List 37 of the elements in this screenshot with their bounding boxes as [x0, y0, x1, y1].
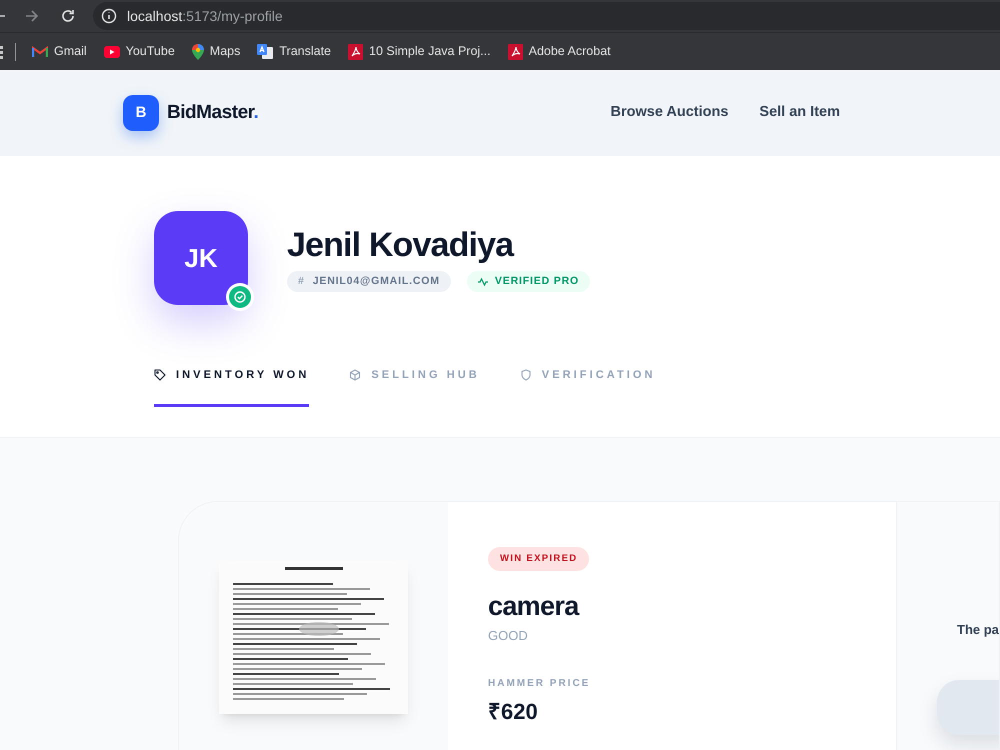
nav-link[interactable]: Sell an Item	[759, 102, 840, 124]
bookmark[interactable]: Adobe Acrobat	[508, 42, 611, 61]
pdf-icon	[348, 44, 364, 60]
profile-tab[interactable]: INVENTORY WON	[154, 367, 310, 406]
play-icon	[104, 46, 120, 58]
profile-name: Jenil Kovadiya	[287, 225, 515, 265]
bookmark[interactable]: Gmail	[32, 42, 87, 61]
bookmark[interactable]: Translate	[257, 42, 332, 61]
bookmark[interactable]: YouTube	[104, 42, 175, 61]
translate-icon	[257, 44, 274, 60]
verified-chip: VERIFIED PRO	[466, 271, 590, 292]
info-icon[interactable]	[101, 8, 117, 24]
item-title: camera	[488, 590, 580, 622]
item-condition: GOOD	[488, 627, 529, 646]
pdf-icon	[508, 44, 523, 60]
forward-icon[interactable]	[25, 9, 39, 23]
shield-icon	[520, 369, 532, 382]
avatar: JK	[154, 211, 248, 305]
bookmark[interactable]: Maps	[192, 42, 240, 61]
url-text: localhost:5173/my-profile	[127, 6, 283, 26]
mail-icon	[32, 46, 48, 58]
price-label: HAMMER PRICE	[488, 676, 592, 691]
email-chip: # JENIL04@GMAIL.COM	[287, 271, 451, 292]
side-text: The pa	[956, 621, 999, 639]
tag-icon	[154, 369, 166, 382]
reload-icon[interactable]	[61, 9, 75, 23]
status-badge: WIN EXPIRED	[488, 547, 590, 572]
nav-link[interactable]: Browse Auctions	[610, 102, 728, 124]
price-value: ₹620	[488, 698, 539, 726]
brand-name: BidMaster.	[167, 100, 258, 125]
cube-icon	[349, 369, 362, 382]
pulse-icon	[478, 276, 488, 286]
apps-icon[interactable]	[0, 44, 3, 58]
logo-mark: B	[123, 95, 159, 131]
bookmark[interactable]: 10 Simple Java Proj...	[348, 42, 491, 61]
address-bar[interactable]: localhost:5173/my-profile	[93, 2, 1000, 30]
map-pin-icon	[192, 44, 204, 60]
